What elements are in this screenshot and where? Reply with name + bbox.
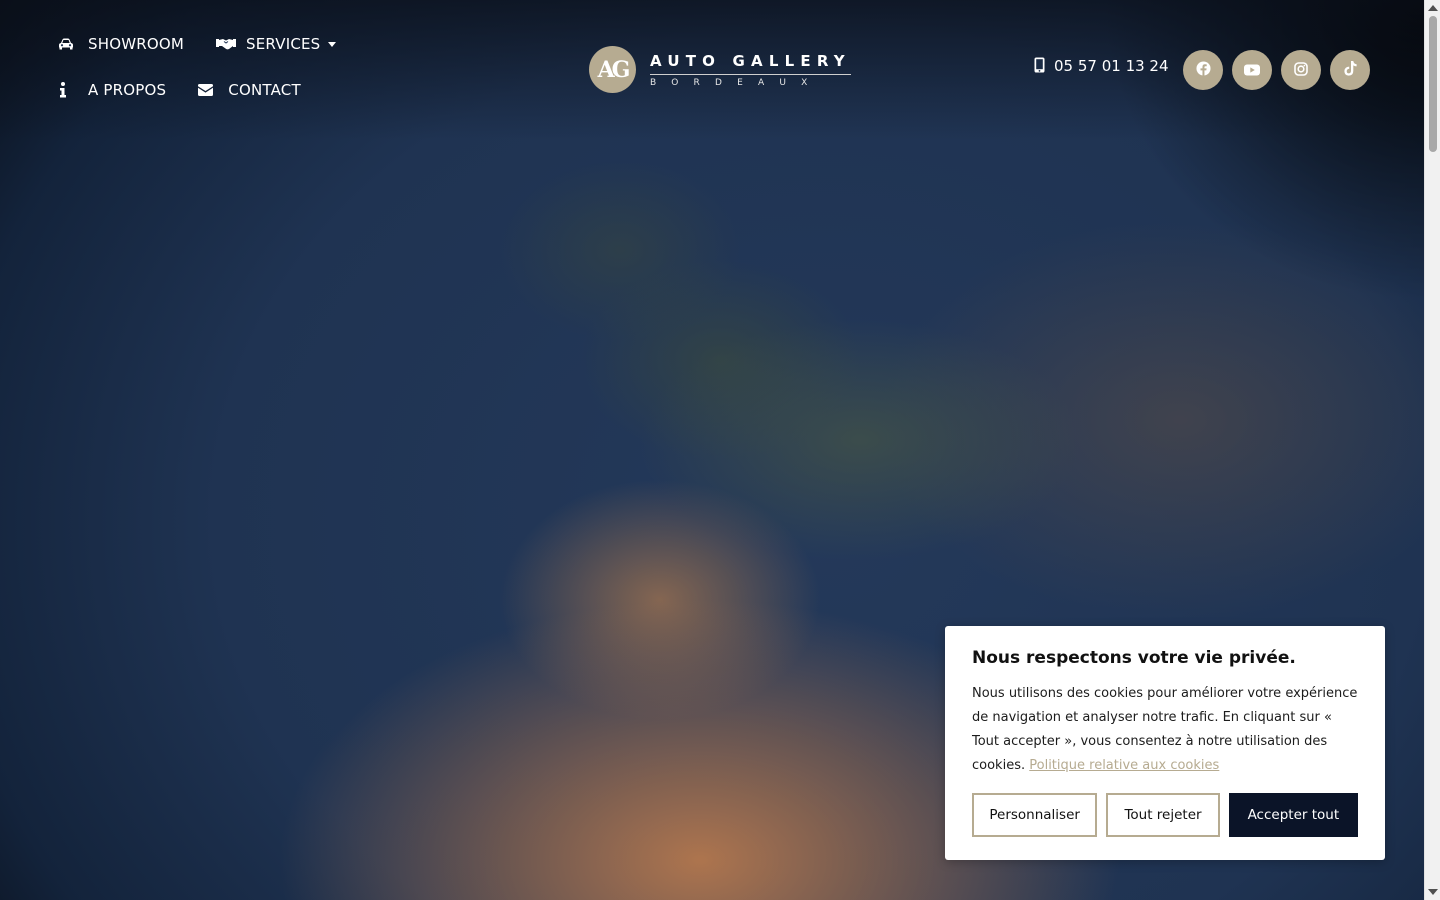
tiktok-link[interactable] bbox=[1330, 50, 1370, 90]
phone-link[interactable]: 05 57 01 13 24 bbox=[1034, 57, 1169, 75]
cookie-policy-link[interactable]: Politique relative aux cookies bbox=[1029, 758, 1219, 773]
cookie-title: Nous respectons votre vie privée. bbox=[972, 648, 1296, 668]
youtube-link[interactable] bbox=[1232, 50, 1272, 90]
nav-apropos[interactable]: A PROPOS bbox=[58, 76, 166, 104]
mobile-phone-icon bbox=[1034, 57, 1046, 75]
chevron-down-icon bbox=[328, 41, 337, 47]
nav-showroom-label: SHOWROOM bbox=[88, 35, 185, 53]
logo-subtitle: BORDEAUX bbox=[650, 77, 823, 88]
instagram-link[interactable] bbox=[1281, 50, 1321, 90]
social-links bbox=[1183, 50, 1379, 90]
phone-number: 05 57 01 13 24 bbox=[1054, 57, 1169, 75]
logo-title: AUTO GALLERY bbox=[650, 52, 851, 75]
scroll-thumb[interactable] bbox=[1429, 16, 1437, 152]
cookie-consent-banner: Nous respectons votre vie privée. Nous u… bbox=[945, 626, 1385, 860]
nav-contact[interactable]: CONTACT bbox=[198, 76, 301, 104]
nav-showroom[interactable]: SHOWROOM bbox=[58, 30, 184, 58]
tiktok-icon bbox=[1343, 60, 1357, 80]
nav-services-label: SERVICES bbox=[246, 35, 321, 53]
customize-button[interactable]: Personnaliser bbox=[972, 793, 1098, 837]
info-icon bbox=[58, 82, 80, 98]
car-icon bbox=[58, 36, 80, 52]
nav-services[interactable]: SERVICES bbox=[216, 30, 337, 58]
logo-wordmark: AUTO GALLERY BORDEAUX bbox=[650, 52, 851, 88]
instagram-icon bbox=[1294, 61, 1308, 80]
page-scrollbar[interactable] bbox=[1424, 0, 1440, 900]
reject-all-button[interactable]: Tout rejeter bbox=[1106, 793, 1220, 837]
main-nav: SHOWROOM SERVICES A PROPOS CONTACT bbox=[58, 30, 488, 104]
youtube-icon bbox=[1244, 61, 1260, 80]
nav-apropos-label: A PROPOS bbox=[88, 81, 167, 99]
scroll-down-arrow-icon[interactable] bbox=[1428, 889, 1438, 895]
logo-monogram: AG bbox=[589, 46, 636, 93]
site-logo[interactable]: AG AUTO GALLERY BORDEAUX bbox=[589, 46, 851, 93]
handshake-icon bbox=[216, 36, 238, 52]
facebook-link[interactable] bbox=[1183, 50, 1223, 90]
cookie-text: Nous utilisons des cookies pour améliore… bbox=[972, 682, 1358, 778]
nav-contact-label: CONTACT bbox=[228, 81, 301, 99]
envelope-icon bbox=[198, 82, 220, 98]
facebook-icon bbox=[1195, 60, 1211, 80]
accept-all-button[interactable]: Accepter tout bbox=[1228, 793, 1358, 837]
scroll-up-arrow-icon[interactable] bbox=[1428, 5, 1438, 11]
cookie-actions: Personnaliser Tout rejeter Accepter tout bbox=[972, 793, 1358, 837]
